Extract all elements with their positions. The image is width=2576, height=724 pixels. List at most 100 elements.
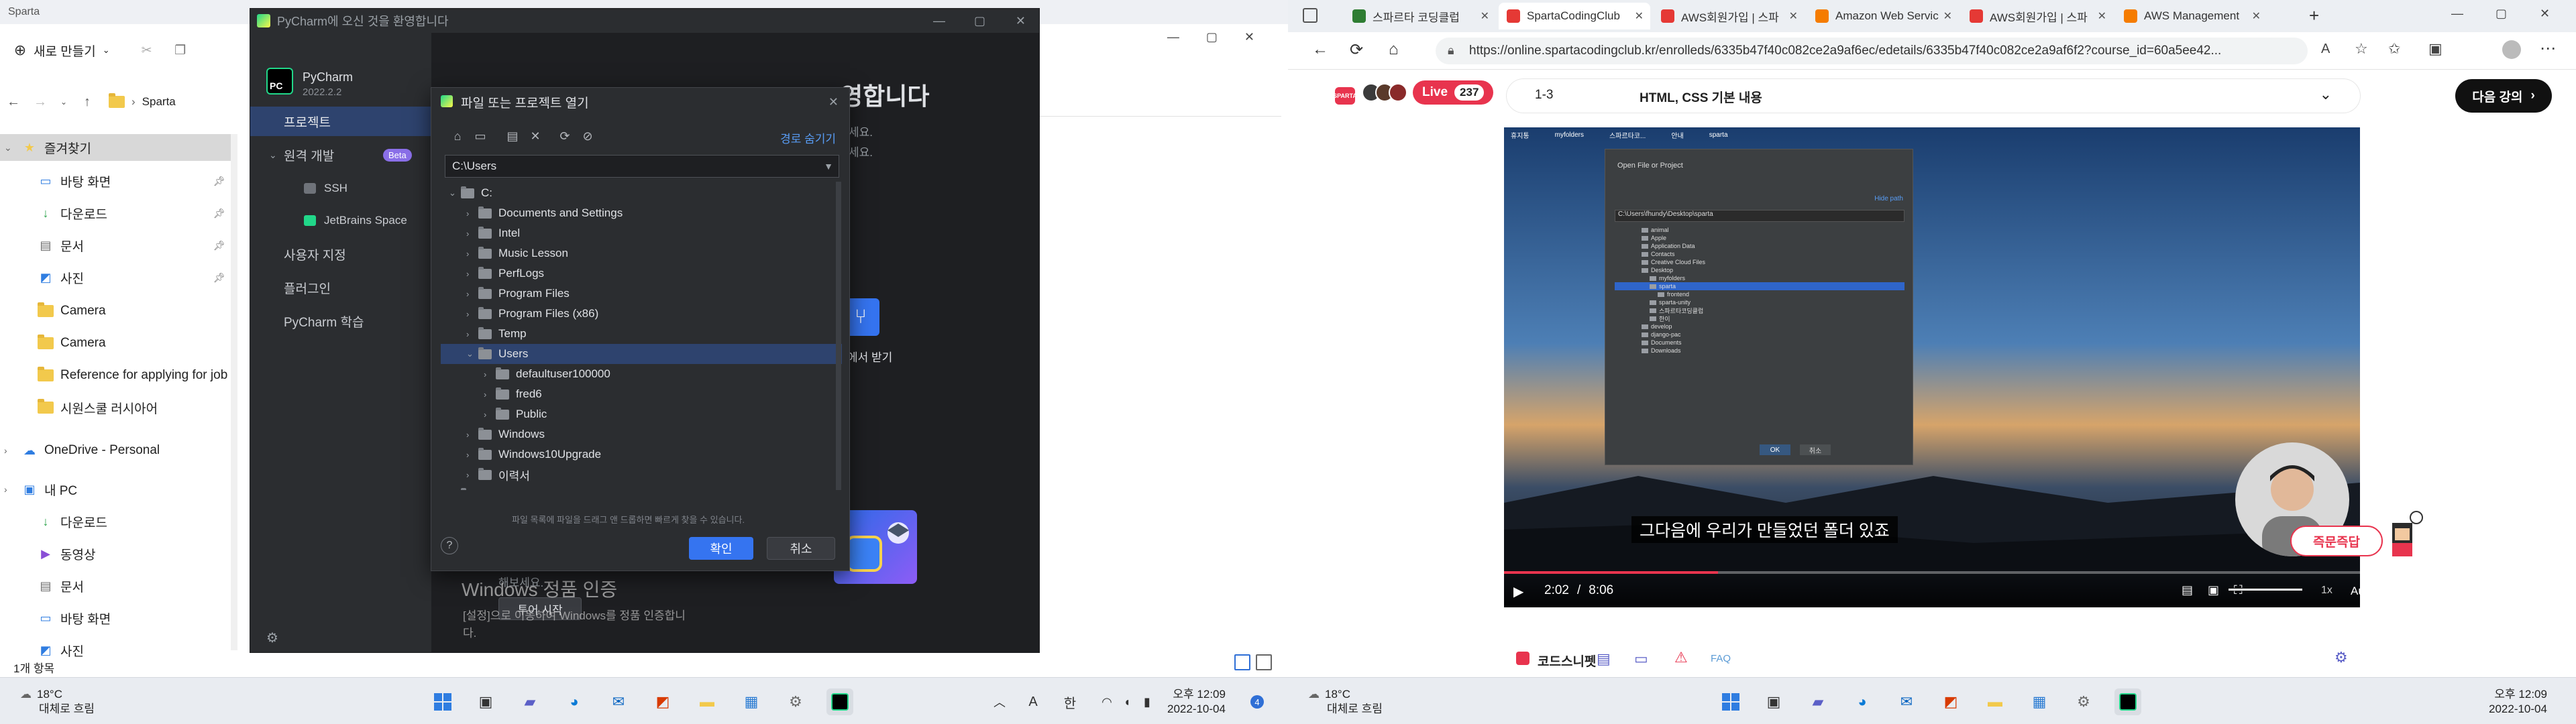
browser-tab[interactable]: AWS회원가입 | 스파 ✕	[1962, 3, 2113, 29]
chevron-right-icon[interactable]: ›	[449, 490, 461, 491]
minimize-icon[interactable]: —	[2451, 7, 2463, 21]
code-snippet-label[interactable]: 코드스니펫	[1538, 652, 1596, 670]
tree-node[interactable]: › Temp	[466, 324, 527, 344]
sidebar-item[interactable]: ▶ 동영상	[0, 540, 231, 567]
sidebar-item[interactable]: 시원스쿨 러시아어	[0, 394, 231, 421]
tree-node[interactable]: › 이력서	[466, 465, 530, 485]
tree-node[interactable]: › defaultuser100000	[484, 364, 610, 384]
browser-tab[interactable]: AWS회원가입 | 스파 ✕	[1653, 3, 1805, 29]
plus-icon[interactable]: ⊕	[7, 42, 34, 59]
progress-track[interactable]	[1504, 571, 2360, 574]
details-view-icon[interactable]	[1234, 654, 1250, 670]
tree-node[interactable]: › PerfLogs	[466, 263, 544, 284]
notes-icon[interactable]: ▤	[1597, 650, 1611, 668]
window-menu-icon[interactable]	[1303, 8, 1318, 23]
copy-icon[interactable]: ❐	[170, 43, 191, 58]
playback-speed[interactable]: 1x	[2321, 585, 2332, 597]
warning-icon[interactable]: ⚠	[1674, 649, 1688, 666]
office-icon[interactable]: ◩	[1937, 688, 1964, 715]
start-icon[interactable]	[1717, 688, 1744, 715]
live-viewers[interactable]: Live 237	[1362, 80, 1494, 105]
pycharm-taskbar-icon[interactable]	[826, 688, 853, 715]
pycharm-nav-item[interactable]: ⌄ 원격 개발 Beta	[250, 140, 431, 170]
sidebar-item[interactable]: ⌄ ★ 즐겨찾기	[0, 134, 231, 161]
chevron-right-icon[interactable]: ›	[466, 309, 478, 319]
close-icon[interactable]: ✕	[1635, 9, 1644, 23]
collections-icon[interactable]: ▣	[2428, 40, 2443, 58]
task-view-icon[interactable]: ▣	[1760, 688, 1787, 715]
vcs-label[interactable]: 에서 받기	[847, 348, 892, 365]
home-icon[interactable]: ⌂	[446, 125, 469, 147]
pycharm-nav-item[interactable]: 프로젝트	[250, 107, 431, 136]
tree-node[interactable]: ⌄ C:	[449, 183, 492, 203]
desktop-icon[interactable]: ▭	[469, 125, 492, 147]
chevron-down-icon[interactable]: ⌄	[449, 188, 461, 198]
edge-icon[interactable]: ◕	[1849, 688, 1876, 715]
read-aloud-icon[interactable]: A	[2321, 42, 2330, 57]
chat-bubble-icon[interactable]: ▭	[1634, 650, 1648, 668]
browser-tab[interactable]: Amazon Web Servic ✕	[1807, 3, 1959, 29]
back-icon[interactable]: ←	[1312, 40, 1328, 59]
tiles-view-icon[interactable]	[1256, 654, 1272, 670]
address-bar[interactable]: › Sparta	[109, 93, 176, 109]
code-snippet-icon[interactable]	[1516, 652, 1529, 665]
sidebar-item[interactable]: ↓ 다운로드	[0, 508, 231, 535]
maximize-icon[interactable]: ▢	[2496, 7, 2507, 21]
forward-icon[interactable]: →	[27, 95, 54, 110]
notification-badge[interactable]: 4	[1250, 695, 1264, 709]
chevron-down-icon[interactable]: ⌄	[466, 349, 478, 359]
chevron-icon[interactable]: ›	[4, 445, 17, 456]
pip-icon[interactable]: ▣	[2208, 583, 2219, 597]
quality-selector[interactable]: Auto	[2351, 585, 2374, 598]
ime-language[interactable]: 한	[1057, 688, 1083, 715]
chevron-right-icon[interactable]: ›	[466, 249, 478, 259]
ime-mode[interactable]: A	[1020, 688, 1046, 715]
explorer-scrollbar[interactable]	[231, 134, 237, 650]
close-icon[interactable]: ✕	[1943, 9, 1952, 23]
chevron-right-icon[interactable]: ›	[484, 369, 496, 379]
close-icon[interactable]: ✕	[1016, 14, 1026, 28]
refresh-icon[interactable]: ⟳	[1350, 40, 1363, 60]
play-icon[interactable]: ▶	[1513, 583, 1523, 600]
sidebar-item[interactable]: ◩ 사진 📌︎	[0, 264, 231, 291]
tree-node[interactable]: › Music Lesson	[466, 243, 568, 263]
close-icon[interactable]: ✕	[2252, 9, 2261, 23]
close-icon[interactable]: ✕	[1244, 30, 1254, 44]
sidebar-item[interactable]: ↓ 다운로드 📌︎	[0, 200, 231, 227]
maximize-icon[interactable]: ▢	[1206, 30, 1218, 44]
close-icon[interactable]: ✕	[1481, 9, 1489, 23]
ok-button[interactable]: 확인	[689, 537, 753, 560]
task-view-icon[interactable]: ▣	[472, 688, 499, 715]
close-icon[interactable]: ✕	[1789, 9, 1798, 23]
next-lesson-button[interactable]: 다음 강의 ›	[2455, 79, 2552, 113]
cancel-button[interactable]: 취소	[767, 537, 835, 560]
tree-node[interactable]: › Windows	[466, 424, 545, 444]
chevron-icon[interactable]: ⌄	[4, 142, 17, 154]
sidebar-item[interactable]: Camera	[0, 330, 231, 357]
tree-node[interactable]: › D:	[449, 485, 492, 490]
browser-tab[interactable]: AWS Management ✕	[2116, 3, 2267, 29]
up-icon[interactable]: ↑	[74, 95, 101, 110]
settings-icon[interactable]: ⚙	[782, 688, 809, 715]
close-icon[interactable]: ✕	[2098, 9, 2106, 23]
browser-tab[interactable]: 스파르타 코딩클럽 ✕	[1344, 3, 1496, 29]
favorite-icon[interactable]: ☆	[2355, 40, 2368, 58]
tree-scrollbar[interactable]	[836, 182, 841, 490]
refresh-icon[interactable]: ⟳	[553, 125, 576, 147]
faq-link[interactable]: FAQ	[1711, 653, 1731, 664]
subtitles-icon[interactable]: ▤	[2182, 583, 2193, 597]
tree-node[interactable]: › Intel	[466, 223, 520, 243]
chevron-right-icon[interactable]: ›	[484, 410, 496, 420]
tray-chevron-icon[interactable]: ︿	[986, 688, 1013, 715]
new-button[interactable]: 새로 만들기	[34, 42, 96, 60]
hide-path-link[interactable]: 경로 숨기기	[780, 129, 836, 146]
sidebar-item[interactable]: Camera	[0, 298, 231, 324]
sidebar-item[interactable]: › ☁ OneDrive - Personal	[0, 437, 231, 464]
chevron-right-icon[interactable]: ›	[466, 229, 478, 239]
pycharm-taskbar-icon[interactable]	[2114, 688, 2141, 715]
cut-icon[interactable]: ✂	[137, 43, 157, 58]
tree-node[interactable]: › fred6	[484, 384, 542, 404]
tree-node[interactable]: ⌄ Users	[466, 344, 528, 364]
store-icon[interactable]: ▦	[2026, 688, 2053, 715]
new-tab-icon[interactable]: +	[2309, 5, 2319, 26]
